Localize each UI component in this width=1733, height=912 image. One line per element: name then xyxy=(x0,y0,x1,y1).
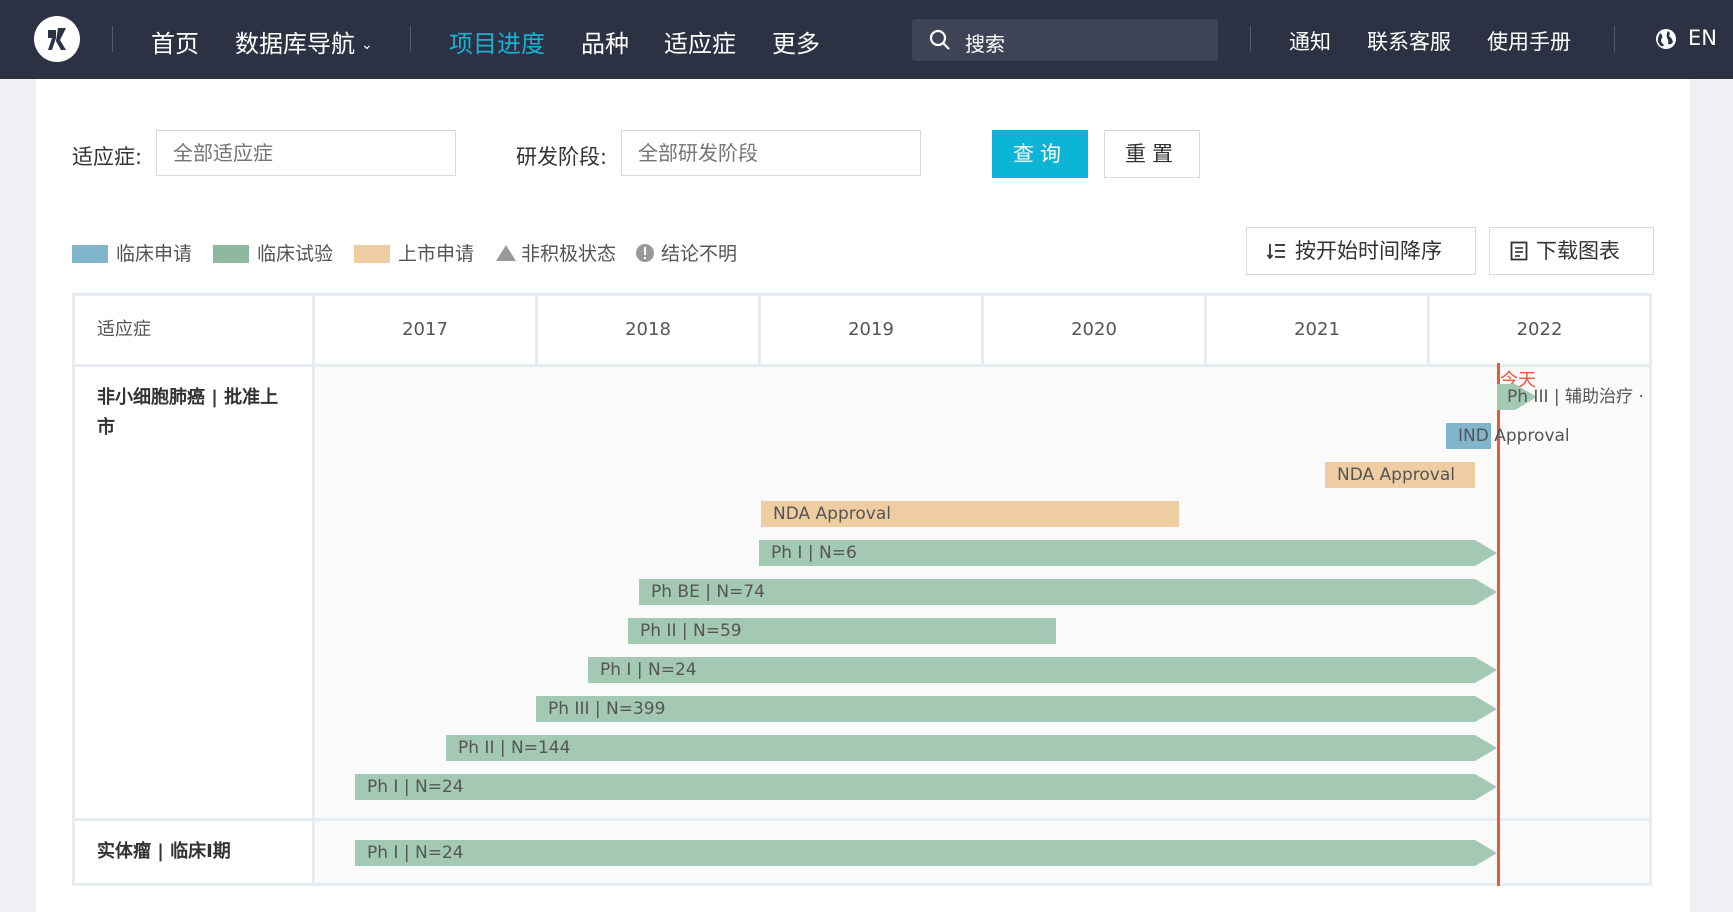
year-header: 2019 xyxy=(761,296,984,364)
row-label-cell: 非小细胞肺癌 | 批准上市 xyxy=(75,367,315,818)
legend-label: 结论不明 xyxy=(661,243,738,265)
nav-home[interactable]: 首页 xyxy=(151,24,199,59)
bar-label: Ph I | N=24 xyxy=(367,843,464,863)
year-header: 2020 xyxy=(984,296,1207,364)
bar-label: IND Approval xyxy=(1458,426,1570,446)
bar-label: Ph I | N=24 xyxy=(367,777,464,797)
bar-label: Ph III | N=399 xyxy=(548,699,666,719)
legend-inconclusive: 结论不明 xyxy=(635,239,737,266)
exclamation-circle-icon xyxy=(636,244,654,262)
logo-icon xyxy=(48,28,66,50)
bar-label: NDA Approval xyxy=(1337,465,1455,485)
bar-label: Ph I | N=6 xyxy=(771,543,857,563)
trial-bar[interactable]: Ph I | N=24 xyxy=(355,840,1497,866)
nav-variety[interactable]: 品种 xyxy=(581,24,629,59)
sort-by-start-desc-button[interactable]: 按开始时间降序 xyxy=(1246,227,1476,275)
nda-bar[interactable]: NDA Approval xyxy=(1325,462,1475,488)
nav-project-progress[interactable]: 项目进度 xyxy=(449,24,545,59)
legend-label: 临床申请 xyxy=(116,243,193,265)
legend-clinical-application: 临床申请 xyxy=(72,239,192,266)
user-manual-link[interactable]: 使用手册 xyxy=(1487,26,1571,56)
legend-swatch xyxy=(354,245,390,263)
document-icon xyxy=(1510,241,1528,261)
nav-divider xyxy=(410,26,411,52)
trial-bar[interactable]: Ph II | N=59 xyxy=(628,618,1056,644)
year-header: 2017 xyxy=(315,296,538,364)
indication-label: 实体瘤 | 临床I期 xyxy=(97,841,231,862)
top-navbar: 首页 数据库导航 ⌄ 项目进度 品种 适应症 更多 搜索 通知 联系客服 使用手册… xyxy=(0,0,1733,79)
trial-bar[interactable]: Ph BE | N=74 xyxy=(639,579,1497,605)
legend-label: 上市申请 xyxy=(398,243,475,265)
notifications-link[interactable]: 通知 xyxy=(1289,26,1331,56)
bar-label: NDA Approval xyxy=(773,504,891,524)
gantt-header: 适应症 2017 2018 2019 2020 2021 2022 xyxy=(75,296,1649,367)
legend-swatch xyxy=(213,245,249,263)
bar-label: Ph II | N=59 xyxy=(640,621,742,641)
trial-bar[interactable]: Ph I | N=24 xyxy=(588,657,1497,683)
contact-support-link[interactable]: 联系客服 xyxy=(1367,26,1451,56)
search-box[interactable]: 搜索 xyxy=(912,19,1218,61)
download-chart-button[interactable]: 下载图表 xyxy=(1489,227,1654,275)
legend-label: 非积极状态 xyxy=(521,243,617,265)
bar-label: Ph BE | N=74 xyxy=(651,582,765,602)
year-header: 2022 xyxy=(1516,319,1563,340)
sort-icon xyxy=(1267,244,1285,260)
bar-label: Ph III | 辅助治疗 · xyxy=(1507,387,1644,407)
legend-label: 临床试验 xyxy=(257,243,334,265)
trial-bar[interactable]: Ph I | N=24 xyxy=(355,774,1497,800)
nav-database[interactable]: 数据库导航 ⌄ xyxy=(235,24,373,59)
indication-column-header: 适应症 xyxy=(75,296,315,364)
chevron-down-icon: ⌄ xyxy=(361,37,373,53)
reset-button[interactable]: 重置 xyxy=(1104,130,1200,178)
nda-bar[interactable]: NDA Approval xyxy=(761,501,1179,527)
indication-label: 非小细胞肺癌 | 批准上市 xyxy=(97,387,279,438)
language-switch[interactable]: EN xyxy=(1688,26,1717,50)
trial-bar[interactable]: Ph III | N=399 xyxy=(536,696,1497,722)
indication-select[interactable] xyxy=(156,130,456,176)
bar-label: Ph I | N=24 xyxy=(600,660,697,680)
sort-label: 按开始时间降序 xyxy=(1295,239,1442,263)
globe-icon[interactable] xyxy=(1654,27,1678,51)
nav-divider xyxy=(112,26,113,52)
search-placeholder: 搜索 xyxy=(965,32,1005,56)
trial-bar[interactable]: Ph III | 辅助治疗 · xyxy=(1497,384,1644,410)
logo[interactable] xyxy=(34,16,80,62)
year-header: 2021 xyxy=(1207,296,1430,364)
nav-indication[interactable]: 适应症 xyxy=(664,24,736,59)
nav-divider xyxy=(1614,26,1615,52)
query-button[interactable]: 查询 xyxy=(992,130,1088,178)
nav-divider xyxy=(1250,26,1251,52)
indication-filter-label: 适应症: xyxy=(72,145,143,169)
legend-swatch xyxy=(72,245,108,263)
row-label-cell: 实体瘤 | 临床I期 xyxy=(75,821,315,883)
legend-clinical-trial: 临床试验 xyxy=(213,239,333,266)
legend-market-application: 上市申请 xyxy=(354,239,474,266)
legend-inactive: 非积极状态 xyxy=(495,239,616,266)
bar-label: Ph II | N=144 xyxy=(458,738,571,758)
nav-database-label: 数据库导航 xyxy=(235,30,355,58)
download-label: 下载图表 xyxy=(1536,239,1620,263)
stage-filter-label: 研发阶段: xyxy=(516,145,608,169)
ind-bar[interactable]: IND Approval xyxy=(1446,423,1570,449)
search-icon xyxy=(929,29,950,50)
triangle-icon xyxy=(496,245,516,261)
trial-bar[interactable]: Ph II | N=144 xyxy=(446,735,1497,761)
trial-bar[interactable]: Ph I | N=6 xyxy=(759,540,1497,566)
year-header: 2018 xyxy=(538,296,761,364)
nav-more[interactable]: 更多 xyxy=(772,24,820,59)
stage-select[interactable] xyxy=(621,130,921,176)
